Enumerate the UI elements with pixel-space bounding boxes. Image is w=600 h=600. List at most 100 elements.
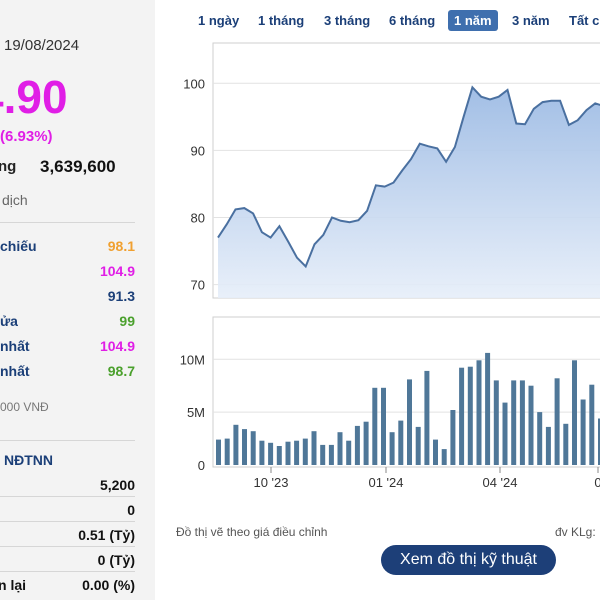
volume-bar xyxy=(337,432,343,465)
foreign-value: 0 (Tỷ) xyxy=(97,552,135,568)
volume-bar xyxy=(381,387,386,465)
volume-bar xyxy=(320,444,326,465)
tab-3-months[interactable]: 3 tháng xyxy=(324,10,370,31)
volume-bar xyxy=(259,440,265,465)
volume-bar xyxy=(346,440,352,465)
stat-value-high: 104.9 xyxy=(99,338,135,354)
volume-unit-note: đv KLg: xyxy=(555,525,596,539)
volume-bar xyxy=(528,385,534,465)
trade-date: 19/08/2024 xyxy=(4,37,80,54)
price-area-fill xyxy=(218,87,600,298)
stat-value-ceiling: 104.9 xyxy=(99,263,135,279)
divider xyxy=(0,521,135,522)
foreign-value: 0.00 (%) xyxy=(82,577,135,593)
x-axis-label: 10 '23 xyxy=(253,475,288,490)
volume-value: 3,639,600 xyxy=(40,157,116,176)
price-panel-frame xyxy=(212,42,600,299)
foreign-value: 0 xyxy=(127,502,135,518)
price-change-percent: (6.93%) xyxy=(0,128,53,145)
volume-bar xyxy=(311,431,317,465)
price-tick-label: 80 xyxy=(191,210,205,225)
volume-bar xyxy=(363,421,369,465)
stat-value-low: 98.7 xyxy=(107,363,135,379)
foreign-value: 5,200 xyxy=(99,477,135,493)
tab-3-years[interactable]: 3 năm xyxy=(512,10,550,31)
volume-bar xyxy=(233,424,239,465)
divider xyxy=(0,222,135,223)
volume-bar xyxy=(545,426,551,465)
tab-all[interactable]: Tất c xyxy=(569,10,599,31)
x-axis-label: 0 xyxy=(594,475,600,490)
stat-value-open: 99 xyxy=(119,313,135,329)
volume-bar xyxy=(485,352,491,465)
price-tick-label: 100 xyxy=(183,76,205,91)
volume-bar xyxy=(389,432,395,465)
volume-bar xyxy=(433,439,438,465)
volume-bar xyxy=(328,444,334,465)
x-axis-label: 04 '24 xyxy=(482,475,517,490)
stat-label-low: nhất xyxy=(0,363,30,379)
volume-bar xyxy=(467,366,473,465)
volume-bar xyxy=(407,379,412,465)
trade-label: dịch xyxy=(2,192,28,208)
volume-bar xyxy=(242,429,247,465)
volume-bar xyxy=(424,370,430,465)
volume-bar xyxy=(216,439,221,465)
volume-bar xyxy=(572,360,577,465)
volume-bar xyxy=(511,380,517,465)
stat-value-reference: 98.1 xyxy=(107,238,135,254)
volume-bar xyxy=(537,412,543,465)
divider xyxy=(0,546,135,547)
foreign-value: 0.51 (Tỷ) xyxy=(78,527,135,543)
technical-chart-button[interactable]: Xem đồ thị kỹ thuật xyxy=(381,545,556,575)
current-price: 4.90 xyxy=(0,71,68,123)
volume-bar xyxy=(502,402,508,465)
stat-label-high: nhất xyxy=(0,338,30,354)
volume-bar xyxy=(519,380,525,465)
price-unit: 000 VNĐ xyxy=(0,400,49,414)
price-tick-label: 90 xyxy=(191,143,205,158)
volume-bar xyxy=(459,367,465,465)
volume-label: ng xyxy=(0,158,17,175)
divider xyxy=(0,496,135,497)
volume-bar xyxy=(476,360,482,465)
volume-bar xyxy=(580,399,586,465)
volume-bar xyxy=(450,410,456,465)
price-tick-label: 70 xyxy=(191,278,205,293)
foreign-investor-title: NĐTNN xyxy=(4,452,53,468)
volume-bar xyxy=(250,431,256,465)
divider xyxy=(0,440,135,441)
tab-1-month[interactable]: 1 tháng xyxy=(258,10,304,31)
volume-tick-label: 5M xyxy=(187,405,205,420)
volume-bar xyxy=(268,442,274,465)
volume-bar xyxy=(398,420,404,465)
volume-bar xyxy=(224,438,230,465)
volume-bar xyxy=(441,449,447,465)
volume-bar xyxy=(294,440,300,465)
x-axis-label: 01 '24 xyxy=(368,475,403,490)
volume-bar xyxy=(563,423,569,465)
divider xyxy=(0,571,135,572)
stat-value-floor: 91.3 xyxy=(107,288,135,304)
adjusted-price-note: Đồ thị vẽ theo giá điều chỉnh xyxy=(176,525,328,539)
volume-bar xyxy=(302,438,308,465)
volume-bar xyxy=(276,446,282,465)
tab-1-year[interactable]: 1 năm xyxy=(448,10,498,31)
volume-panel-frame xyxy=(212,316,600,468)
volume-bar xyxy=(285,441,291,465)
stock-info-panel: 19/08/2024 4.90 (6.93%) ng 3,639,600 dịc… xyxy=(0,0,155,600)
volume-bar xyxy=(372,387,378,465)
volume-bar xyxy=(589,384,595,465)
foreign-label-room: n lại xyxy=(0,577,27,593)
price-line xyxy=(217,85,600,269)
volume-tick-label: 0 xyxy=(198,458,205,473)
volume-bar xyxy=(554,378,560,465)
volume-bar xyxy=(493,380,499,465)
volume-bar xyxy=(415,426,421,465)
volume-tick-label: 10M xyxy=(180,352,205,367)
tab-1-day[interactable]: 1 ngày xyxy=(198,10,239,31)
tab-6-months[interactable]: 6 tháng xyxy=(389,10,435,31)
stat-label-open: ửa xyxy=(0,313,18,329)
volume-bar xyxy=(354,425,360,465)
time-range-tabs: 1 ngày 1 tháng 3 tháng 6 tháng 1 năm 3 n… xyxy=(187,10,600,32)
